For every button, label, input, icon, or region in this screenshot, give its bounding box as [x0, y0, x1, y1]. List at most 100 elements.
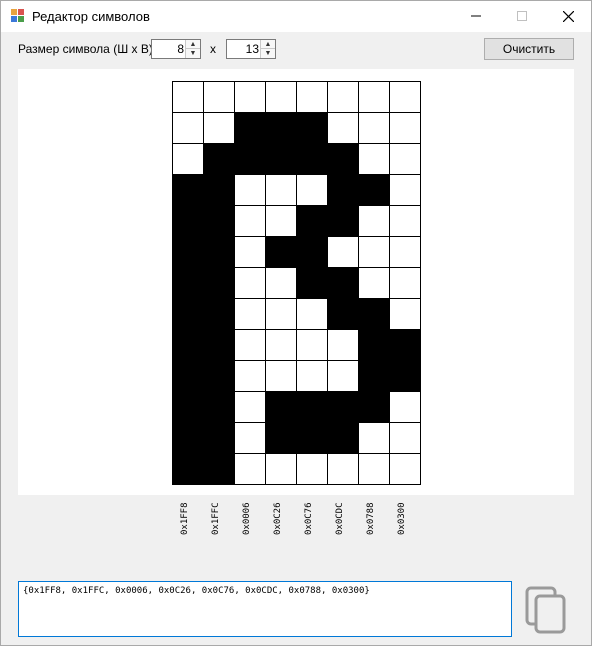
pixel-cell[interactable] — [389, 329, 421, 361]
pixel-cell[interactable] — [265, 205, 297, 237]
pixel-cell[interactable] — [389, 143, 421, 175]
height-spinner[interactable]: 13 ▲ ▼ — [226, 39, 276, 59]
output-text[interactable]: {0x1FF8, 0x1FFC, 0x0006, 0x0C26, 0x0C76,… — [23, 586, 370, 596]
pixel-cell[interactable] — [265, 267, 297, 299]
minimize-button[interactable] — [453, 1, 499, 32]
pixel-cell[interactable] — [358, 360, 390, 392]
pixel-cell[interactable] — [234, 298, 266, 330]
pixel-cell[interactable] — [203, 236, 235, 268]
pixel-cell[interactable] — [358, 112, 390, 144]
pixel-cell[interactable] — [203, 422, 235, 454]
pixel-cell[interactable] — [389, 112, 421, 144]
height-down-arrow-icon[interactable]: ▼ — [261, 49, 275, 58]
pixel-cell[interactable] — [265, 329, 297, 361]
pixel-cell[interactable] — [265, 298, 297, 330]
pixel-cell[interactable] — [172, 81, 204, 113]
maximize-button[interactable] — [499, 1, 545, 32]
width-down-arrow-icon[interactable]: ▼ — [186, 49, 200, 58]
pixel-cell[interactable] — [327, 391, 359, 423]
width-up-arrow-icon[interactable]: ▲ — [186, 40, 200, 49]
pixel-cell[interactable] — [234, 112, 266, 144]
pixel-cell[interactable] — [327, 236, 359, 268]
pixel-cell[interactable] — [234, 453, 266, 485]
pixel-cell[interactable] — [358, 391, 390, 423]
pixel-cell[interactable] — [172, 298, 204, 330]
pixel-cell[interactable] — [234, 205, 266, 237]
pixel-cell[interactable] — [265, 143, 297, 175]
glyph-pixel-grid[interactable] — [172, 81, 422, 485]
pixel-cell[interactable] — [203, 81, 235, 113]
pixel-cell[interactable] — [172, 391, 204, 423]
pixel-cell[interactable] — [358, 236, 390, 268]
pixel-cell[interactable] — [327, 81, 359, 113]
pixel-cell[interactable] — [296, 236, 328, 268]
pixel-cell[interactable] — [327, 205, 359, 237]
pixel-cell[interactable] — [265, 360, 297, 392]
pixel-cell[interactable] — [389, 236, 421, 268]
pixel-cell[interactable] — [358, 267, 390, 299]
pixel-cell[interactable] — [296, 453, 328, 485]
pixel-cell[interactable] — [172, 329, 204, 361]
pixel-cell[interactable] — [265, 391, 297, 423]
pixel-cell[interactable] — [296, 81, 328, 113]
pixel-cell[interactable] — [327, 267, 359, 299]
title-bar[interactable]: Редактор символов — [1, 1, 591, 32]
pixel-cell[interactable] — [358, 453, 390, 485]
pixel-cell[interactable] — [234, 391, 266, 423]
pixel-cell[interactable] — [203, 174, 235, 206]
pixel-cell[interactable] — [296, 391, 328, 423]
pixel-cell[interactable] — [389, 360, 421, 392]
pixel-cell[interactable] — [203, 298, 235, 330]
pixel-cell[interactable] — [172, 205, 204, 237]
output-textbox[interactable]: {0x1FF8, 0x1FFC, 0x0006, 0x0C26, 0x0C76,… — [18, 581, 512, 637]
pixel-cell[interactable] — [172, 453, 204, 485]
pixel-cell[interactable] — [203, 112, 235, 144]
pixel-cell[interactable] — [296, 267, 328, 299]
pixel-cell[interactable] — [327, 422, 359, 454]
pixel-cell[interactable] — [265, 236, 297, 268]
height-spinner-arrows[interactable]: ▲ ▼ — [260, 40, 275, 58]
pixel-cell[interactable] — [203, 143, 235, 175]
close-button[interactable] — [545, 1, 591, 32]
pixel-cell[interactable] — [203, 205, 235, 237]
pixel-cell[interactable] — [358, 329, 390, 361]
pixel-cell[interactable] — [389, 174, 421, 206]
height-value[interactable]: 13 — [246, 42, 259, 56]
pixel-cell[interactable] — [296, 360, 328, 392]
pixel-cell[interactable] — [327, 112, 359, 144]
pixel-cell[interactable] — [172, 422, 204, 454]
height-up-arrow-icon[interactable]: ▲ — [261, 40, 275, 49]
pixel-cell[interactable] — [358, 298, 390, 330]
copy-button[interactable] — [524, 585, 568, 635]
pixel-cell[interactable] — [265, 453, 297, 485]
pixel-cell[interactable] — [389, 422, 421, 454]
pixel-cell[interactable] — [234, 422, 266, 454]
pixel-cell[interactable] — [358, 143, 390, 175]
pixel-cell[interactable] — [203, 453, 235, 485]
pixel-cell[interactable] — [234, 329, 266, 361]
pixel-cell[interactable] — [203, 329, 235, 361]
pixel-cell[interactable] — [172, 360, 204, 392]
pixel-cell[interactable] — [296, 143, 328, 175]
pixel-cell[interactable] — [265, 422, 297, 454]
pixel-cell[interactable] — [234, 236, 266, 268]
pixel-cell[interactable] — [203, 267, 235, 299]
pixel-cell[interactable] — [327, 329, 359, 361]
pixel-cell[interactable] — [327, 143, 359, 175]
pixel-cell[interactable] — [358, 205, 390, 237]
pixel-cell[interactable] — [265, 81, 297, 113]
pixel-cell[interactable] — [172, 174, 204, 206]
pixel-cell[interactable] — [327, 298, 359, 330]
pixel-cell[interactable] — [327, 174, 359, 206]
pixel-cell[interactable] — [234, 174, 266, 206]
pixel-cell[interactable] — [296, 298, 328, 330]
pixel-cell[interactable] — [234, 360, 266, 392]
pixel-cell[interactable] — [296, 205, 328, 237]
pixel-cell[interactable] — [172, 236, 204, 268]
width-spinner-arrows[interactable]: ▲ ▼ — [185, 40, 200, 58]
pixel-cell[interactable] — [296, 174, 328, 206]
pixel-cell[interactable] — [389, 391, 421, 423]
clear-button[interactable]: Очистить — [484, 38, 574, 60]
pixel-cell[interactable] — [358, 174, 390, 206]
pixel-cell[interactable] — [234, 267, 266, 299]
